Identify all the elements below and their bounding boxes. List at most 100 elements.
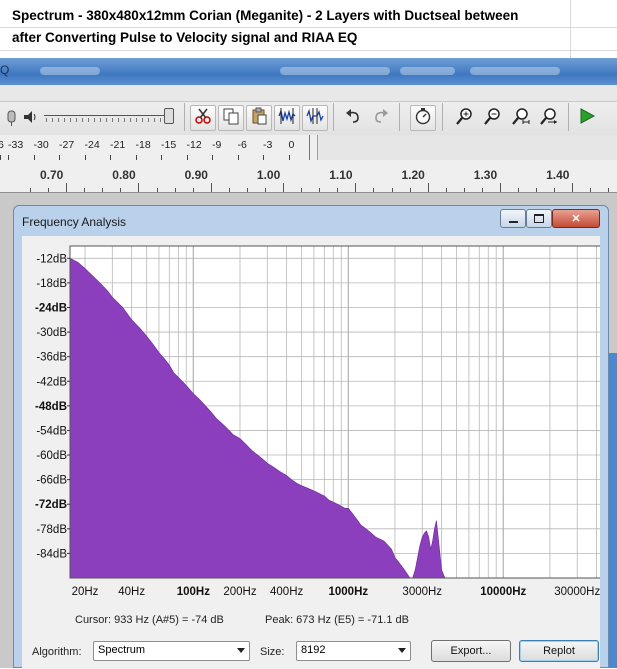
algorithm-select[interactable]: Spectrum (93, 641, 250, 661)
timeline-tick (554, 188, 556, 192)
x-tick-label: 400Hz (270, 586, 303, 598)
meter-tick-label: 0 (288, 139, 295, 151)
close-icon: ✕ (571, 213, 581, 225)
replot-button[interactable]: Replot (519, 640, 599, 662)
meter-tick-label: -15 (161, 139, 177, 151)
paste-icon (250, 107, 268, 130)
timeline-tick (174, 188, 176, 192)
fit-selection-button[interactable] (508, 105, 534, 131)
timeline-tick-label: 0.70 (40, 168, 64, 182)
play-icon (578, 107, 596, 130)
y-tick-label: -36dB (36, 352, 67, 364)
timeline-tick (246, 188, 248, 192)
scissors-icon (194, 107, 212, 130)
x-tick-label: 20Hz (72, 586, 99, 598)
fit-project-icon (540, 107, 558, 130)
fit-project-button[interactable] (536, 105, 562, 131)
slider-thumb[interactable] (164, 108, 174, 124)
caption-line-1: Spectrum - 380x480x12mm Corian (Meganite… (12, 8, 519, 23)
x-tick-label: 10000Hz (480, 586, 526, 598)
timeline-tick (427, 183, 429, 192)
algorithm-label: Algorithm: (32, 646, 82, 658)
timeline-tick (66, 183, 68, 192)
y-tick-label: -66dB (36, 475, 67, 487)
y-tick-label: -30dB (36, 327, 67, 339)
timeline-tick (283, 183, 285, 192)
zoom-in-button[interactable] (452, 105, 478, 131)
timeline-tick (518, 188, 520, 192)
timeline-tick-label: 0.90 (184, 168, 208, 182)
y-tick-label: -18dB (36, 278, 67, 290)
meter-tick-label: -33 (8, 139, 24, 151)
redo-button[interactable] (368, 105, 394, 131)
trim-button[interactable] (274, 105, 300, 131)
timeline-tick (30, 188, 31, 192)
timeline-tick (499, 183, 501, 192)
chevron-down-icon (237, 648, 245, 653)
x-tick-label: 40Hz (118, 586, 145, 598)
y-tick-label: -54dB (36, 425, 67, 437)
zoom-out-button[interactable] (480, 105, 506, 131)
copy-button[interactable] (218, 105, 244, 131)
timeline-tick (355, 183, 357, 192)
trim-audio-icon (278, 107, 296, 130)
redo-icon (372, 107, 390, 130)
export-button[interactable]: Export... (431, 640, 511, 662)
timeline-ruler[interactable]: 0.70 0.80 0.90 1.00 1.10 1.20 1.30 1.40 (0, 160, 617, 193)
maximize-button[interactable] (526, 209, 552, 228)
timer-record-button[interactable] (410, 105, 436, 131)
caption-area: Spectrum - 380x480x12mm Corian (Meganite… (0, 0, 617, 58)
meter-tick-label: -30 (33, 139, 49, 151)
playback-level-icon (4, 109, 20, 132)
close-button[interactable]: ✕ (552, 209, 600, 228)
cut-button[interactable] (190, 105, 216, 131)
x-tick-label: 30000Hz (554, 586, 600, 598)
timeline-tick (210, 183, 212, 192)
playback-volume-slider[interactable] (44, 108, 174, 124)
meter-tick-label: -18 (135, 139, 151, 151)
y-tick-label: -42dB (36, 376, 67, 388)
timeline-tick (120, 188, 122, 192)
timeline-tick (463, 188, 465, 192)
spectrum-chart[interactable]: -12dB -18dB -24dB -30dB -36dB -42dB -48dB -54dB… (22, 236, 600, 616)
timeline-tick (48, 188, 50, 192)
undo-icon (344, 107, 362, 130)
timeline-tick (228, 188, 230, 192)
speaker-icon (22, 109, 38, 130)
timeline-tick (337, 188, 339, 192)
stopwatch-icon (414, 107, 432, 130)
timeline-tick-label: 1.40 (546, 168, 570, 182)
size-select[interactable]: 8192 (296, 641, 411, 661)
meter-scale-empty (318, 135, 617, 160)
timeline-tick (608, 188, 610, 192)
meter-tick-label: -6 (237, 139, 247, 151)
minimize-button[interactable] (500, 209, 526, 228)
undo-button[interactable] (340, 105, 366, 131)
peak-readout: Peak: 673 Hz (E5) = -71.1 dB (265, 614, 409, 626)
meter-tick-label: -12 (186, 139, 202, 151)
play-button[interactable] (574, 105, 600, 131)
timeline-tick (445, 188, 447, 192)
size-label: Size: (260, 646, 285, 658)
silence-audio-icon (306, 107, 324, 130)
zoom-in-icon (456, 107, 474, 130)
timeline-tick-label: 1.30 (473, 168, 498, 182)
timeline-tick-label: 0.80 (112, 168, 136, 182)
y-tick-label: -48dB (35, 401, 67, 413)
meter-tick-label: 6 (0, 139, 4, 151)
chevron-down-icon (398, 648, 406, 653)
meter-scale: 6 -33 -30 -27 -24 -21 -18 -15 -12 -9 -6 -3 0 (0, 135, 318, 160)
size-value: 8192 (301, 644, 326, 656)
timeline-tick (192, 188, 194, 192)
meter-tick-label: -21 (110, 139, 126, 151)
copy-icon (222, 107, 240, 130)
paste-button[interactable] (246, 105, 272, 131)
x-tick-label: 3000Hz (402, 586, 442, 598)
y-tick-label: -78dB (36, 524, 67, 536)
algorithm-value: Spectrum (98, 644, 146, 656)
zoom-out-icon (484, 107, 502, 130)
silence-button[interactable] (302, 105, 328, 131)
timeline-tick (264, 188, 266, 192)
x-tick-label: 1000Hz (328, 586, 368, 598)
meter-tick-label: -27 (59, 139, 75, 151)
